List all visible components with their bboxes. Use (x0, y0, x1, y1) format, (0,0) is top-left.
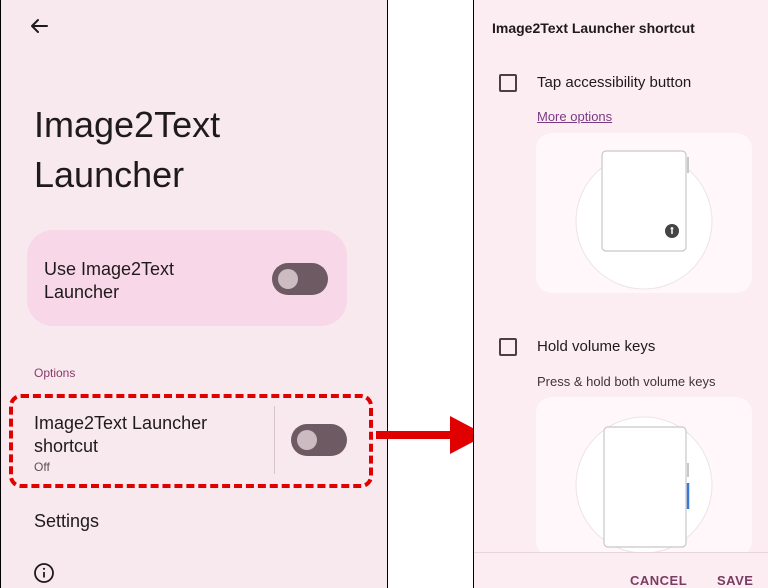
dialog-title: Image2Text Launcher shortcut (492, 20, 695, 36)
options-section-header: Options (34, 366, 76, 380)
shortcut-dialog: Image2Text Launcher shortcut Tap accessi… (473, 0, 768, 588)
use-app-toggle-card[interactable]: Use Image2Text Launcher (27, 230, 347, 326)
accessibility-button-illustration (536, 133, 752, 293)
volume-keys-label: Hold volume keys (537, 338, 656, 355)
switch-knob (278, 269, 298, 289)
settings-screen: Image2Text Launcher Use Image2Text Launc… (0, 0, 388, 588)
more-options-link[interactable]: More options (537, 109, 612, 124)
page-title: Image2Text Launcher (34, 104, 221, 195)
cancel-button[interactable]: CANCEL (630, 573, 687, 588)
volume-keys-illustration (536, 397, 752, 557)
accessibility-button-label: Tap accessibility button (537, 74, 692, 91)
back-arrow-icon[interactable] (27, 14, 51, 38)
highlight-annotation-box (9, 394, 373, 488)
annotation-arrow-icon (376, 416, 486, 454)
use-app-switch[interactable] (272, 263, 328, 295)
volume-keys-description: Press & hold both volume keys (537, 374, 716, 389)
info-icon[interactable] (33, 562, 55, 584)
volume-keys-checkbox[interactable] (499, 338, 517, 356)
settings-item[interactable]: Settings (34, 511, 99, 532)
save-button[interactable]: SAVE (717, 573, 753, 588)
accessibility-button-checkbox[interactable] (499, 74, 517, 92)
use-app-toggle-label: Use Image2Text Launcher (44, 259, 175, 302)
